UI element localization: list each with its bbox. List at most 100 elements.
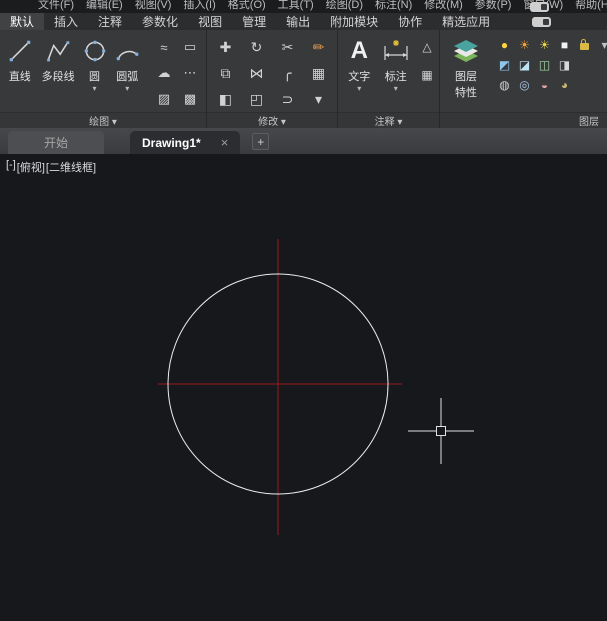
layer-freeze-icon[interactable]: ◪ <box>517 57 532 73</box>
menu-view[interactable]: 视图(V) <box>135 0 172 13</box>
menu-edit[interactable]: 编辑(E) <box>86 0 123 13</box>
revcloud-icon[interactable]: ☁ <box>151 60 177 86</box>
offset-icon[interactable]: ⊃ <box>272 86 303 112</box>
arc-button[interactable]: 圆弧 ▾ <box>109 32 145 93</box>
menu-file[interactable]: 文件(F) <box>38 0 74 13</box>
annotate-side-tools: △▦ <box>418 38 436 84</box>
more-draw-icon[interactable]: ⋯ <box>177 60 203 86</box>
spline-icon[interactable]: ≈ <box>151 34 177 60</box>
modify-tools: ✚↻✂✏ ⧉⋈╭▦ ◧◰⊃▾ <box>210 34 334 112</box>
layer-match-icon[interactable]: ◫ <box>537 57 552 73</box>
vp-view[interactable]: [俯视] <box>17 159 45 175</box>
tab-collaborate[interactable]: 协作 <box>388 13 432 30</box>
ribbon-options-icon[interactable] <box>532 17 551 27</box>
swatch-caret-icon[interactable]: ▾ <box>597 37 607 53</box>
arc-icon <box>114 35 140 67</box>
dimension-icon <box>382 35 410 67</box>
layers-panel: 图层 特性 ● ☀ ☀ ■ ▾ ◩ ◪ ◫ ◨ ◍ ◎ ◒ ◕ 图层 <box>440 30 607 128</box>
tab-featured[interactable]: 精选应用 <box>432 13 500 30</box>
hatch-icon[interactable]: ▨ <box>151 86 177 112</box>
ribbon: 直线 多段线 圆 ▾ <box>0 30 607 128</box>
trim-icon[interactable]: ✂ <box>272 34 303 60</box>
tab-output[interactable]: 输出 <box>276 13 320 30</box>
copy-icon[interactable]: ⧉ <box>210 60 241 86</box>
stretch-icon[interactable]: ◧ <box>210 86 241 112</box>
modify-panel-footer[interactable]: 修改 ▾ <box>207 112 337 128</box>
draw-small-tools: ≈▭☁⋯▨▩ <box>151 34 203 112</box>
menu-tools[interactable]: 工具(T) <box>278 0 314 13</box>
color-swatch[interactable]: ■ <box>557 37 572 53</box>
tab-addins[interactable]: 附加模块 <box>320 13 388 30</box>
menu-draw[interactable]: 绘图(D) <box>326 0 363 13</box>
draw-panel-footer[interactable]: 绘图 ▾ <box>0 112 206 128</box>
layer-tools: ● ☀ ☀ ■ ▾ ◩ ◪ ◫ ◨ ◍ ◎ ◒ ◕ <box>497 35 607 94</box>
dim-style-icon[interactable]: △ <box>418 38 436 56</box>
modify-panel: ✚↻✂✏ ⧉⋈╭▦ ◧◰⊃▾ 修改 ▾ <box>207 30 338 128</box>
menu-format[interactable]: 格式(O) <box>228 0 266 13</box>
layer-properties-button[interactable]: 图层 特性 <box>443 32 489 100</box>
bulb-on-icon[interactable]: ● <box>497 37 512 53</box>
erase-icon[interactable]: ✏ <box>303 34 334 60</box>
new-tab-button[interactable]: + <box>252 133 269 150</box>
vp-visual-style[interactable]: [二维线框] <box>46 159 96 175</box>
pickbox-icon <box>437 427 446 436</box>
lock-icon[interactable] <box>577 37 592 53</box>
polyline-button[interactable]: 多段线 <box>37 32 80 93</box>
layer-walk-icon[interactable]: ◍ <box>497 77 512 93</box>
tab-view[interactable]: 视图 <box>188 13 232 30</box>
tab-parametric[interactable]: 参数化 <box>132 13 188 30</box>
fillet-icon[interactable]: ╭ <box>272 60 303 86</box>
tab-insert[interactable]: 插入 <box>44 13 88 30</box>
menu-modify[interactable]: 修改(M) <box>424 0 463 13</box>
layer-fade-icon[interactable]: ◕ <box>557 77 572 93</box>
annotate-panel: A 文字 ▾ 标注 ▾ △▦ 注释 ▾ <box>338 30 440 128</box>
line-icon <box>7 35 33 67</box>
tab-home[interactable]: 默认 <box>0 13 44 30</box>
menu-insert[interactable]: 插入(I) <box>183 0 215 13</box>
layer-properties-icon <box>452 35 480 67</box>
drawing-canvas[interactable]: [-][俯视][二维线框] <box>0 154 607 621</box>
vp-minus[interactable]: [-] <box>6 159 16 175</box>
drawing-entities <box>0 154 607 621</box>
ribbon-tab-bar: 默认插入注释参数化视图管理输出附加模块协作精选应用 <box>0 13 607 30</box>
start-tab[interactable]: 开始 <box>8 131 104 154</box>
sun-icon[interactable]: ☀ <box>517 37 532 53</box>
gradient-icon[interactable]: ▩ <box>177 86 203 112</box>
more-modify-icon[interactable]: ▾ <box>303 86 334 112</box>
infocenter-icon[interactable] <box>530 2 549 12</box>
mirror-icon[interactable]: ⋈ <box>241 60 272 86</box>
move-icon[interactable]: ✚ <box>210 34 241 60</box>
menu-parametric[interactable]: 参数(P) <box>475 0 512 13</box>
layers-panel-footer[interactable]: 图层 <box>440 112 607 128</box>
autocad-window: 文件(F) 编辑(E) 视图(V) 插入(I) 格式(O) 工具(T) 绘图(D) 标注(N)… <box>0 0 607 621</box>
menu-help[interactable]: 帮助(H) <box>575 0 607 13</box>
scale-icon[interactable]: ◰ <box>241 86 272 112</box>
annotate-panel-footer[interactable]: 注释 ▾ <box>338 112 439 128</box>
crosshair-cursor <box>408 398 474 464</box>
menu-dimension[interactable]: 标注(N) <box>375 0 412 13</box>
text-button[interactable]: A 文字 ▾ <box>341 32 378 93</box>
layer-merge-icon[interactable]: ◎ <box>517 77 532 93</box>
layer-delete-icon[interactable]: ◒ <box>537 77 552 93</box>
viewport-controls: [-][俯视][二维线框] <box>6 159 96 175</box>
array-icon[interactable]: ▦ <box>303 60 334 86</box>
tab-manage[interactable]: 管理 <box>232 13 276 30</box>
polyline-icon <box>45 35 71 67</box>
file-tab-bar: 开始 Drawing1* × + <box>0 128 607 154</box>
circle-button[interactable]: 圆 ▾ <box>80 32 110 93</box>
sun-lock-icon[interactable]: ☀ <box>537 37 552 53</box>
close-tab-icon[interactable]: × <box>221 135 229 150</box>
menubar: 文件(F) 编辑(E) 视图(V) 插入(I) 格式(O) 工具(T) 绘图(D) 标注(N)… <box>0 0 607 13</box>
tab-annotate[interactable]: 注释 <box>88 13 132 30</box>
draw-panel: 直线 多段线 圆 ▾ <box>0 30 207 128</box>
rotate-icon[interactable]: ↻ <box>241 34 272 60</box>
dimension-button[interactable]: 标注 ▾ <box>378 32 415 93</box>
rectangle-icon[interactable]: ▭ <box>177 34 203 60</box>
text-icon: A <box>351 35 368 67</box>
layer-prev-icon[interactable]: ◨ <box>557 57 572 73</box>
table-icon[interactable]: ▦ <box>418 66 436 84</box>
drawing-tab[interactable]: Drawing1* × <box>130 131 240 154</box>
line-button[interactable]: 直线 <box>3 32 37 93</box>
circle-icon <box>82 35 108 67</box>
layer-unlock-icon[interactable]: ◩ <box>497 57 512 73</box>
